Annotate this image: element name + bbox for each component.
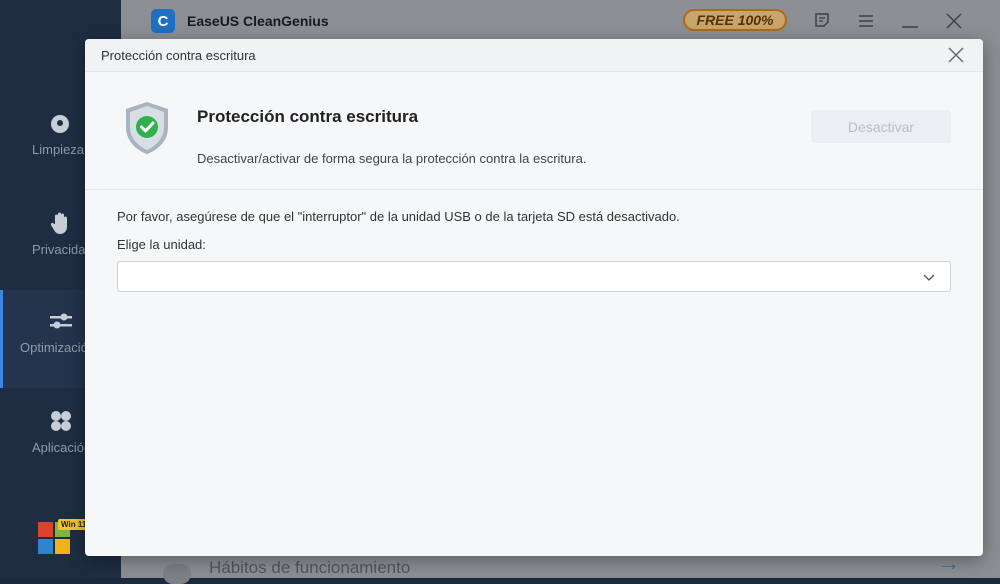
habits-row-label[interactable]: Hábitos de funcionamiento [209, 558, 410, 578]
habits-icon [163, 564, 191, 584]
dialog-close-icon[interactable] [947, 46, 965, 64]
feature-description: Desactivar/activar de forma segura la pr… [197, 151, 587, 166]
dialog-header: Protección contra escritura [85, 39, 983, 72]
shield-check-icon [126, 102, 168, 154]
sliders-icon [50, 313, 72, 329]
hand-icon [50, 212, 67, 234]
sidebar-item-label: Aplicación [32, 440, 92, 455]
dialog-hero: Protección contra escritura Desactivar/a… [85, 72, 983, 190]
menu-icon[interactable] [856, 11, 876, 31]
title-bar: C EaseUS CleanGenius FREE 100% [121, 0, 1000, 42]
apps-icon [51, 411, 71, 431]
feature-heading: Protección contra escritura [197, 107, 419, 126]
sidebar-item-label: Optimización [20, 340, 96, 355]
broom-icon [51, 115, 69, 133]
drive-select-label: Elige la unidad: [117, 237, 206, 252]
app-title: EaseUS CleanGenius [187, 13, 329, 29]
sidebar-item-label: Privacidad [32, 242, 93, 257]
chevron-down-icon [923, 274, 935, 281]
sidebar-item-label: Limpieza [32, 142, 85, 157]
deactivate-button[interactable]: Desactivar [811, 110, 951, 143]
dialog-title: Protección contra escritura [101, 48, 256, 63]
free-badge[interactable]: FREE 100% [683, 9, 787, 31]
minimize-icon[interactable] [900, 11, 920, 31]
app-logo-icon: C [151, 9, 175, 33]
drive-select[interactable] [117, 261, 951, 292]
feedback-icon[interactable] [813, 11, 833, 31]
close-icon[interactable] [944, 11, 964, 31]
write-protection-dialog: Protección contra escritura Protección c… [85, 39, 983, 556]
usb-switch-notice: Por favor, asegúrese de que el "interrup… [117, 209, 680, 224]
